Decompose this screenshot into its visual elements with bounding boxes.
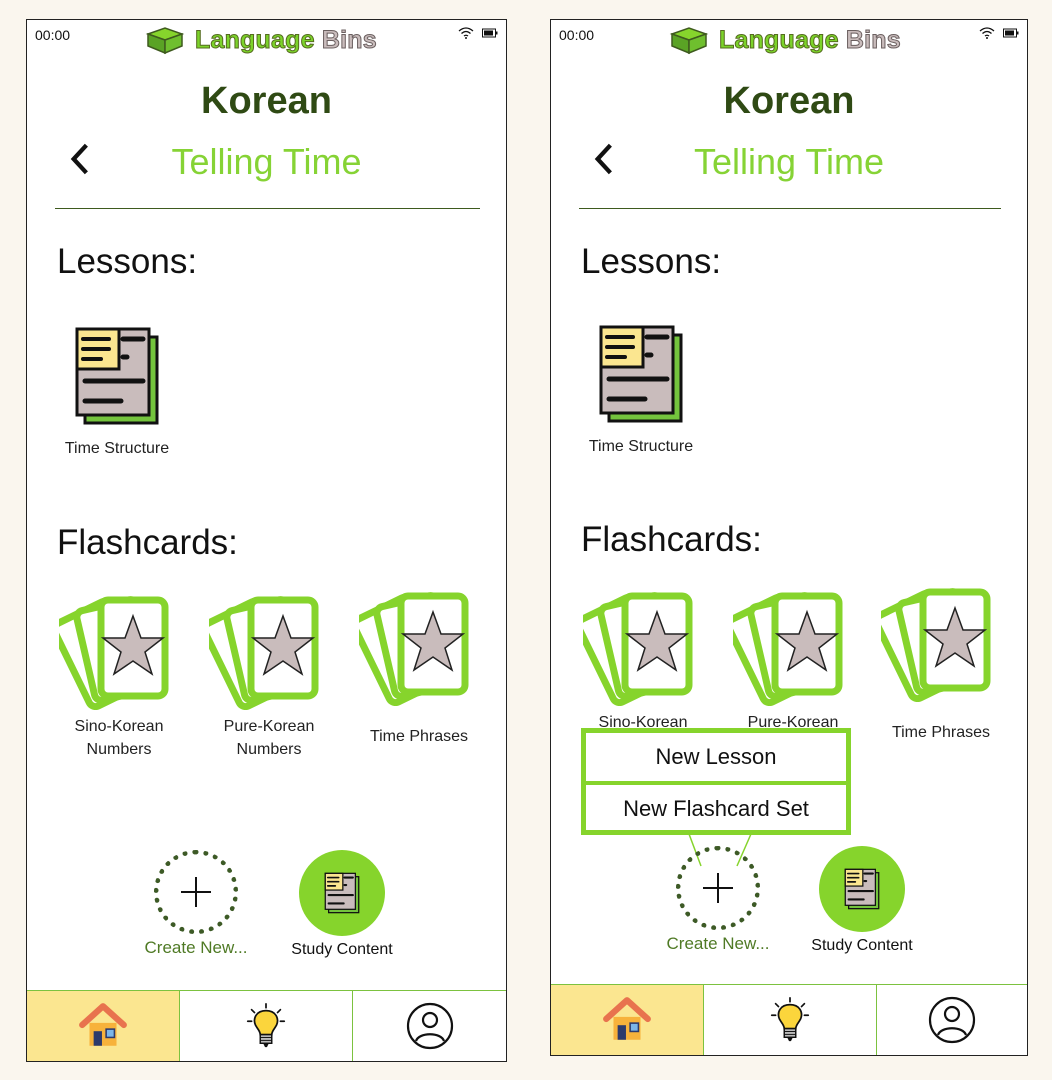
flashcard-label-line1: Time Phrases	[369, 728, 469, 745]
app-name-part2: Bins	[845, 25, 901, 54]
plus-icon	[178, 874, 214, 910]
study-document-icon	[841, 866, 883, 912]
create-new-circle[interactable]	[154, 850, 238, 934]
phone-screen-default: 00:00 Language Bins Korean Telling Time …	[26, 19, 507, 1062]
app-name-part1: Language	[195, 25, 315, 54]
flashcard-stack-icon	[209, 590, 329, 710]
study-content-circle[interactable]	[819, 846, 905, 932]
create-new-circle[interactable]	[676, 846, 760, 930]
box-logo-icon	[669, 25, 709, 55]
profile-icon	[927, 995, 977, 1045]
plus-icon	[700, 870, 736, 906]
battery-icon	[482, 28, 498, 38]
status-time: 00:00	[35, 27, 71, 43]
study-content-label: Study Content	[811, 937, 913, 954]
flashcards-heading: Flashcards:	[57, 523, 238, 562]
page-title: Korean	[201, 80, 332, 122]
status-time: 00:00	[559, 27, 595, 43]
flashcard-set-item[interactable]: Time Phrases	[349, 586, 489, 748]
create-new-label: Create New...	[144, 938, 248, 957]
flashcard-stack-icon	[881, 582, 1001, 702]
flashcard-set-item[interactable]: Sino-Korean Numbers	[49, 590, 189, 761]
header-divider	[55, 208, 480, 209]
lesson-item[interactable]: Time Structure	[57, 320, 177, 460]
app-name: Language Bins	[195, 25, 378, 55]
nav-profile[interactable]	[352, 991, 506, 1061]
phone-screen-menu-open: 00:00 Language Bins Korean Telling Time …	[550, 19, 1028, 1056]
new-flashcard-set-menu-item[interactable]: New Flashcard Set	[586, 781, 846, 833]
status-icons	[979, 27, 1019, 39]
flashcard-label: Time Phrases	[349, 725, 489, 748]
lesson-label: Time Structure	[588, 438, 694, 455]
nav-ideas[interactable]	[179, 991, 352, 1061]
app-brand: Language Bins	[669, 25, 901, 55]
nav-profile[interactable]	[876, 985, 1027, 1055]
battery-icon	[1003, 28, 1019, 38]
lightbulb-icon	[766, 995, 814, 1045]
lesson-document-icon	[591, 318, 691, 430]
app-brand: Language Bins	[145, 25, 377, 55]
flashcard-set-item[interactable]: Sino-Korean	[573, 586, 713, 734]
flashcard-label-line2: Numbers	[86, 741, 152, 758]
create-new-label: Create New...	[666, 934, 770, 953]
flashcard-label-line1: Sino-Korean	[74, 718, 164, 735]
app-name: Language Bins	[719, 25, 902, 55]
study-content-button[interactable]: Study Content	[792, 846, 932, 955]
flashcard-stack-icon	[583, 586, 703, 706]
page-subtitle: Telling Time	[171, 141, 362, 182]
flashcard-stack-icon	[59, 590, 179, 710]
app-name-part1: Language	[719, 25, 839, 54]
home-icon	[601, 994, 653, 1046]
flashcard-label-line1: Time Phrases	[891, 724, 991, 741]
nav-home[interactable]	[27, 991, 179, 1061]
create-new-menu: New Lesson New Flashcard Set	[581, 728, 851, 835]
home-icon	[77, 1000, 129, 1052]
lightbulb-icon	[242, 1001, 290, 1051]
wifi-icon	[458, 27, 474, 39]
app-name-part2: Bins	[321, 25, 377, 54]
lessons-heading: Lessons:	[581, 242, 722, 281]
flashcard-label-line1: Pure-Korean	[223, 718, 315, 735]
study-content-button[interactable]: Study Content	[272, 850, 412, 959]
flashcards-heading: Flashcards:	[581, 520, 762, 559]
lesson-item[interactable]: Time Structure	[581, 318, 701, 458]
profile-icon	[405, 1001, 455, 1051]
bottom-nav	[551, 984, 1027, 1055]
study-content-label: Study Content	[291, 941, 393, 958]
flashcard-label-line2: Numbers	[236, 741, 302, 758]
page-title: Korean	[723, 80, 855, 122]
bottom-nav	[27, 990, 506, 1061]
wifi-icon	[979, 27, 995, 39]
box-logo-icon	[145, 25, 185, 55]
status-icons	[458, 27, 498, 39]
create-new-button[interactable]: Create New...	[126, 850, 266, 958]
lesson-document-icon	[67, 320, 167, 432]
create-new-button[interactable]: Create New...	[648, 846, 788, 954]
flashcard-label: Sino-Korean Numbers	[49, 715, 189, 761]
page-subtitle: Telling Time	[693, 141, 885, 182]
lesson-label: Time Structure	[64, 440, 170, 457]
flashcard-label: Pure-Korean Numbers	[199, 715, 339, 761]
flashcard-set-item[interactable]: Pure-Korean Numbers	[199, 590, 339, 761]
header-divider	[579, 208, 1001, 209]
study-document-icon	[321, 870, 363, 916]
flashcard-label: Time Phrases	[871, 721, 1011, 744]
flashcard-set-item[interactable]: Time Phrases	[871, 582, 1011, 744]
flashcard-set-item[interactable]: Pure-Korean	[723, 586, 863, 734]
flashcard-stack-icon	[733, 586, 853, 706]
nav-ideas[interactable]	[703, 985, 876, 1055]
flashcard-stack-icon	[359, 586, 479, 706]
lessons-heading: Lessons:	[57, 242, 198, 281]
nav-home[interactable]	[551, 985, 703, 1055]
new-lesson-menu-item[interactable]: New Lesson	[586, 733, 846, 781]
study-content-circle[interactable]	[299, 850, 385, 936]
